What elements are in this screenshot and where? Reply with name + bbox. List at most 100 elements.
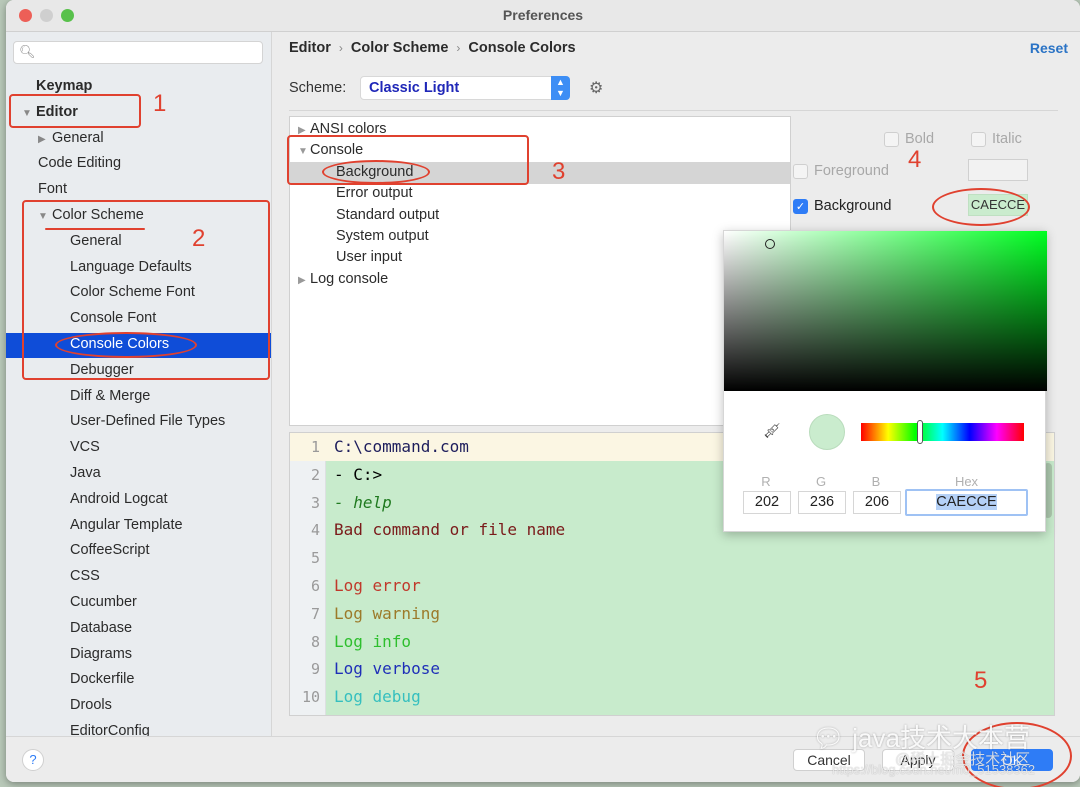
sidebar-item-diff-merge[interactable]: Diff & Merge bbox=[70, 384, 150, 408]
line-number: 2 bbox=[310, 465, 320, 484]
bold-checkbox[interactable] bbox=[884, 131, 899, 147]
chevron-right-icon[interactable]: ▶ bbox=[290, 270, 310, 291]
sidebar-item-angular-template[interactable]: Angular Template bbox=[70, 513, 183, 537]
search-icon: 🔍︎ bbox=[19, 44, 36, 59]
annotation-oval-background bbox=[322, 160, 430, 184]
sidebar-item-coffeescript[interactable]: CoffeeScript bbox=[70, 538, 150, 562]
foreground-color-swatch[interactable] bbox=[968, 159, 1028, 181]
sidebar-item-dockerfile[interactable]: Dockerfile bbox=[70, 667, 134, 691]
sidebar-item-label: Code Editing bbox=[38, 155, 122, 172]
foreground-option[interactable]: Foreground bbox=[793, 162, 889, 179]
reset-link[interactable]: Reset bbox=[1030, 40, 1068, 56]
sidebar-item-user-defined-file-types[interactable]: User-Defined File Types bbox=[70, 409, 225, 433]
line-number: 4 bbox=[310, 521, 320, 540]
saturation-value-handle[interactable] bbox=[765, 239, 775, 249]
preview-code-text: Bad command or file name bbox=[334, 520, 566, 540]
annotation-number-5: 5 bbox=[974, 667, 988, 694]
sidebar-item-cucumber[interactable]: Cucumber bbox=[70, 590, 137, 614]
annotation-number-3: 3 bbox=[552, 158, 566, 185]
preview-line: 6 Log error bbox=[290, 572, 1054, 600]
annotation-number-1: 1 bbox=[153, 90, 167, 117]
watermark-url: https://blog.csdn.net/m0_51538362 bbox=[832, 762, 1036, 777]
sidebar-item-label: Angular Template bbox=[70, 516, 183, 533]
saturation-value-area[interactable] bbox=[724, 231, 1047, 391]
breadcrumb: Editor › Color Scheme › Console Colors bbox=[289, 40, 576, 56]
attribute-item-log-console[interactable]: ▶ Log console bbox=[290, 269, 388, 290]
hex-input[interactable]: CAECCE bbox=[905, 489, 1028, 516]
color-picker-popup: 💉︎ R G B Hex 202 236 206 CAECCE bbox=[723, 230, 1047, 532]
preview-code-text: Log error bbox=[334, 576, 421, 595]
breadcrumb-color-scheme: Color Scheme bbox=[350, 40, 449, 56]
divider bbox=[289, 110, 1058, 111]
sidebar-item-label: Diagrams bbox=[70, 645, 133, 662]
italic-checkbox[interactable] bbox=[971, 131, 986, 147]
green-input[interactable]: 236 bbox=[798, 491, 846, 514]
sidebar-item-editorconfig[interactable]: EditorConfig bbox=[70, 719, 150, 736]
preview-line: 8 Log info bbox=[290, 628, 1054, 656]
line-number: 9 bbox=[310, 660, 320, 679]
scheme-select[interactable]: Classic Light ▲ ▼ bbox=[360, 76, 570, 100]
breadcrumb-separator: › bbox=[338, 41, 343, 55]
hex-label: Hex bbox=[954, 474, 979, 489]
chevron-right-icon[interactable]: ▶ bbox=[38, 128, 52, 152]
line-number: 7 bbox=[310, 604, 320, 623]
sidebar-item-label: Database bbox=[70, 619, 133, 636]
title-bar: Preferences bbox=[6, 0, 1080, 32]
sidebar-item-database[interactable]: Database bbox=[70, 616, 132, 640]
attribute-item-error-output[interactable]: Error output bbox=[336, 183, 413, 204]
sidebar-item-css[interactable]: CSS bbox=[70, 564, 100, 588]
sidebar-item-diagrams[interactable]: Diagrams bbox=[70, 642, 132, 666]
blue-input[interactable]: 206 bbox=[853, 491, 901, 514]
sidebar-item-java[interactable]: Java bbox=[70, 461, 101, 485]
sidebar-item-label: Font bbox=[38, 181, 68, 198]
bold-label: Bold bbox=[905, 131, 935, 148]
breadcrumb-editor: Editor bbox=[289, 40, 331, 56]
gear-icon[interactable]: ⚙ bbox=[589, 78, 603, 98]
attribute-item-label: System output bbox=[336, 228, 429, 244]
help-button[interactable]: ? bbox=[22, 749, 44, 771]
attribute-item-label: User input bbox=[336, 249, 403, 266]
preview-code-text: C:\command.com bbox=[334, 437, 469, 456]
sidebar-item-label: Dockerfile bbox=[70, 671, 135, 688]
settings-sidebar: 🔍︎ Keymap ▼ Editor ▶ General Code Editing Font… bbox=[6, 32, 272, 736]
annotation-number-2: 2 bbox=[192, 225, 206, 252]
color-preview-swatch bbox=[809, 414, 845, 450]
italic-option[interactable]: Italic bbox=[971, 130, 1022, 147]
line-number: 10 bbox=[301, 688, 320, 707]
line-number: 8 bbox=[310, 632, 320, 651]
preview-line: 5 bbox=[290, 544, 1054, 572]
sidebar-item-font[interactable]: Font bbox=[38, 177, 67, 201]
foreground-checkbox[interactable] bbox=[793, 163, 808, 179]
sidebar-item-label: Cucumber bbox=[70, 594, 137, 610]
preview-code-text: Log debug bbox=[334, 687, 421, 707]
wechat-icon: 💬︎ bbox=[812, 723, 846, 753]
bold-option[interactable]: Bold bbox=[884, 130, 934, 147]
hue-slider-thumb[interactable] bbox=[916, 420, 923, 444]
attribute-item-user-input[interactable]: User input bbox=[336, 247, 402, 268]
sidebar-item-android-logcat[interactable]: Android Logcat bbox=[70, 487, 168, 511]
settings-search-input[interactable]: 🔍︎ bbox=[13, 41, 263, 64]
annotation-number-4: 4 bbox=[908, 146, 922, 173]
background-checkbox[interactable]: ✓ bbox=[793, 198, 808, 214]
sidebar-item-code-editing[interactable]: Code Editing bbox=[38, 151, 121, 175]
attribute-item-standard-output[interactable]: Standard output bbox=[336, 205, 439, 226]
sidebar-item-drools[interactable]: Drools bbox=[70, 693, 112, 717]
line-number: 1 bbox=[290, 433, 320, 461]
preview-code-text: Log verbose bbox=[334, 659, 440, 679]
preview-line: 10 Log debug bbox=[290, 683, 1054, 711]
sidebar-item-label: General bbox=[52, 129, 104, 146]
g-label: G bbox=[815, 474, 827, 489]
attribute-item-system-output[interactable]: System output bbox=[336, 226, 429, 247]
sidebar-item-label: CoffeeScript bbox=[70, 542, 150, 559]
sidebar-item-vcs[interactable]: VCS bbox=[70, 435, 100, 459]
sidebar-item-general[interactable]: ▶ General bbox=[38, 126, 104, 150]
annotation-oval-console-colors bbox=[55, 332, 197, 358]
background-option[interactable]: ✓ Background bbox=[793, 197, 891, 214]
eyedropper-icon[interactable]: 💉︎ bbox=[762, 421, 782, 441]
red-input[interactable]: 202 bbox=[743, 491, 791, 514]
b-label: B bbox=[871, 474, 881, 489]
attribute-item-label: Log console bbox=[310, 270, 389, 287]
sidebar-item-label: Keymap bbox=[36, 78, 93, 94]
hue-slider[interactable] bbox=[861, 420, 1024, 444]
sidebar-item-label: Java bbox=[70, 465, 101, 481]
